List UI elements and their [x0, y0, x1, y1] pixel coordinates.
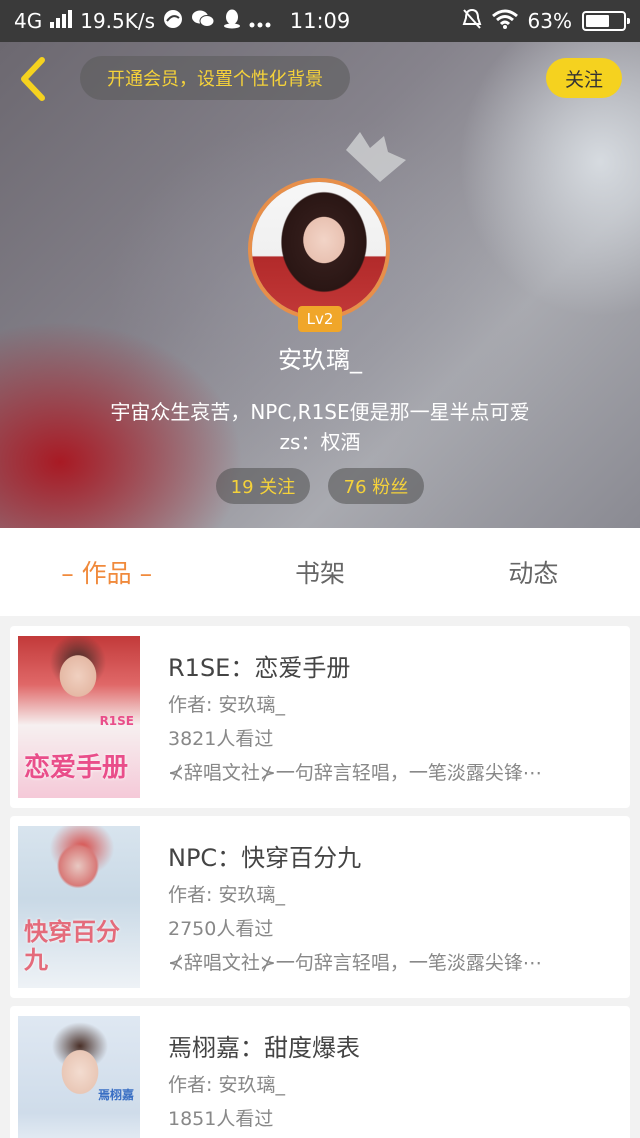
book-title: NPC：快穿百分九 — [168, 844, 362, 872]
fans-count-button[interactable]: 76 粉丝 — [328, 468, 424, 504]
book-views: 1851人看过 — [168, 1108, 274, 1130]
profile-tabs: – 作品 – 书架 动态 — [0, 528, 640, 616]
user-bio-line2: zs：权酒 — [279, 430, 361, 454]
cover-tag: R1SE — [99, 714, 134, 728]
book-author: 作者: 安玖璃_ — [168, 1074, 285, 1096]
book-description: ⊀辞唱文社⊁一句辞言轻唱，一笔淡露尖锋⋯ — [168, 952, 542, 974]
works-list: R1SE 恋爱手册 R1SE：恋爱手册 作者: 安玖璃_ 3821人看过 ⊀辞唱… — [0, 616, 640, 1138]
book-views: 3821人看过 — [168, 728, 274, 750]
book-views: 2750人看过 — [168, 918, 274, 940]
tab-activity[interactable]: 动态 — [427, 528, 640, 616]
status-bar: 4G 19.5K/s 11:09 63% — [0, 0, 640, 42]
list-item[interactable]: 焉栩嘉 甜度 焉栩嘉：甜度爆表 作者: 安玖璃_ 1851人看过 — [10, 1006, 630, 1138]
book-cover: R1SE 恋爱手册 — [18, 636, 140, 798]
book-title: R1SE：恋爱手册 — [168, 654, 351, 682]
book-title: 焉栩嘉：甜度爆表 — [168, 1034, 360, 1062]
battery-icon — [582, 11, 630, 31]
user-nickname: 安玖璃_ — [278, 346, 362, 374]
tab-bookshelf[interactable]: 书架 — [213, 528, 426, 616]
profile-header: 开通会员，设置个性化背景 关注 Lv2 安玖璃_ 宇宙众生哀苦，NPC,R1SE… — [0, 42, 640, 528]
chevron-left-icon — [21, 57, 45, 101]
list-item[interactable]: 快穿百分九 NPC：快穿百分九 作者: 安玖璃_ 2750人看过 ⊀辞唱文社⊁一… — [10, 816, 630, 998]
book-cover: 焉栩嘉 甜度 — [18, 1016, 140, 1138]
avatar[interactable] — [248, 178, 390, 320]
book-author: 作者: 安玖璃_ — [168, 694, 285, 716]
cover-title: 快穿百分九 — [24, 917, 120, 974]
crown-icon — [346, 132, 406, 182]
cover-title: 恋爱手册 — [24, 753, 129, 783]
avatar-image — [252, 182, 386, 316]
book-cover: 快穿百分九 — [18, 826, 140, 988]
level-badge: Lv2 — [298, 306, 342, 332]
back-button[interactable] — [14, 56, 56, 102]
tab-works[interactable]: – 作品 – — [0, 528, 213, 616]
status-time: 11:09 — [289, 9, 351, 33]
following-count-button[interactable]: 19 关注 — [216, 468, 310, 504]
book-description: ⊀辞唱文社⊁一句辞言轻唱，一笔淡露尖锋⋯ — [168, 762, 542, 784]
user-bio-line1: 宇宙众生哀苦，NPC,R1SE便是那一星半点可爱 — [110, 400, 530, 424]
list-item[interactable]: R1SE 恋爱手册 R1SE：恋爱手册 作者: 安玖璃_ 3821人看过 ⊀辞唱… — [10, 626, 630, 808]
follow-button[interactable]: 关注 — [546, 58, 622, 98]
book-author: 作者: 安玖璃_ — [168, 884, 285, 906]
cover-tag: 焉栩嘉 — [97, 1088, 134, 1102]
cover-art — [18, 1016, 140, 1138]
vip-background-button[interactable]: 开通会员，设置个性化背景 — [80, 56, 350, 100]
battery-fill — [586, 15, 609, 27]
